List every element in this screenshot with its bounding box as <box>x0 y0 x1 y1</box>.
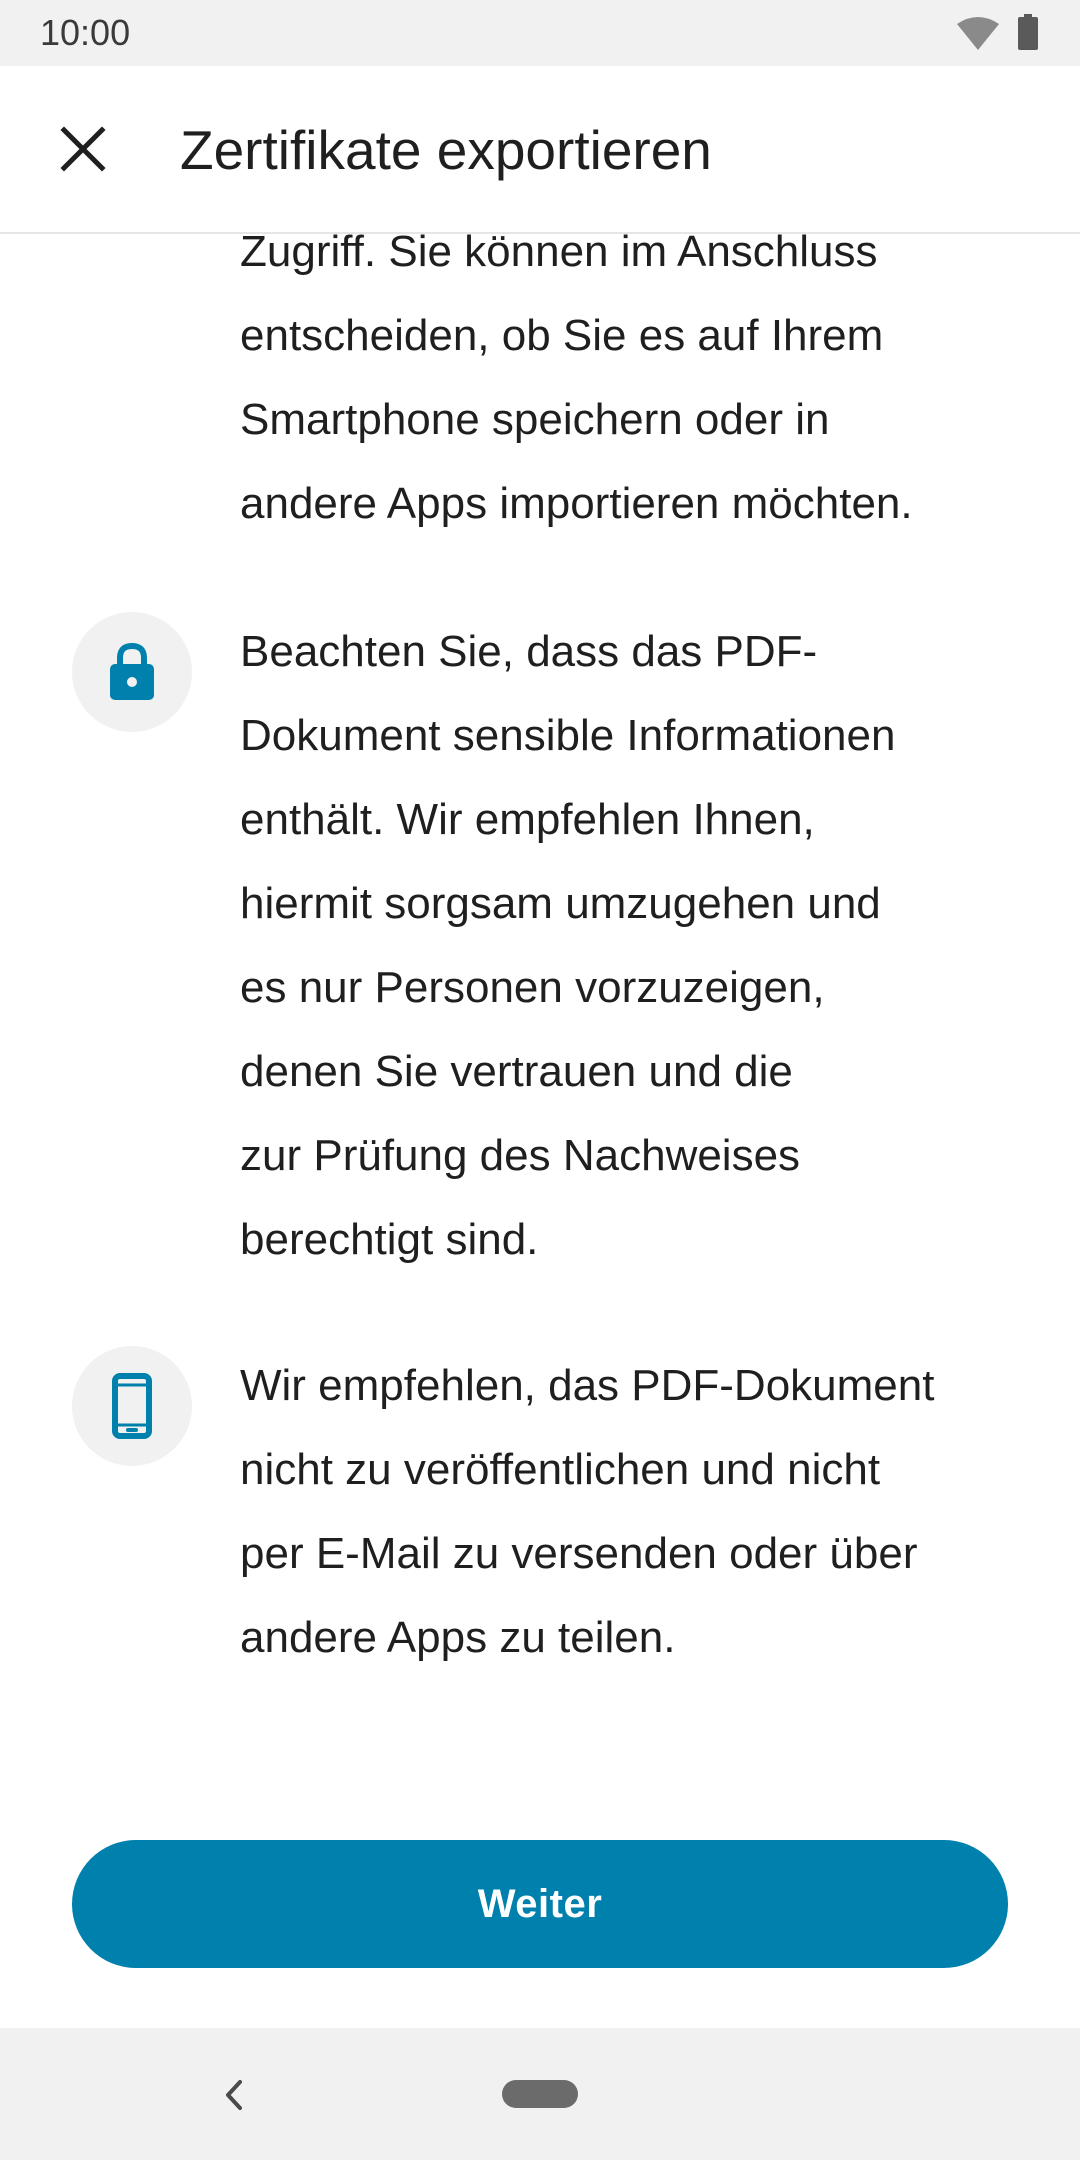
smartphone-icon-badge <box>72 1346 192 1466</box>
status-time: 10:00 <box>40 12 131 53</box>
system-nav-bar <box>0 2028 1080 2160</box>
paragraph-line: denen Sie vertrauen und die <box>240 1047 793 1096</box>
app-bar: Zertifikate exportieren <box>0 66 1080 234</box>
smartphone-icon <box>112 1373 152 1439</box>
scroll-content[interactable]: Zugriff. Sie können im Anschluss entsche… <box>0 234 1080 2024</box>
paragraph-line: andere Apps importieren möchten. <box>240 479 913 528</box>
paragraph-line: Wir empfehlen, das PDF-Dokument <box>240 1361 935 1410</box>
status-bar: 10:00 <box>0 0 1080 66</box>
paragraph-line: Smartphone speichern oder in <box>240 395 830 444</box>
paragraph-line: zur Prüfung des Nachweises <box>240 1131 801 1180</box>
home-pill-icon[interactable] <box>502 2080 578 2108</box>
info-paragraph-sensitive: Beachten Sie, dass das PDF- Dokument sen… <box>240 610 1020 1282</box>
page-title: Zertifikate exportieren <box>180 119 712 181</box>
back-icon[interactable] <box>214 2070 254 2120</box>
paragraph-line: entscheiden, ob Sie es auf Ihrem <box>240 311 884 360</box>
paragraph-line: es nur Personen vorzuzeigen, <box>240 963 825 1012</box>
paragraph-line: Beachten Sie, dass das PDF- <box>240 627 818 676</box>
lock-icon-badge <box>72 612 192 732</box>
lock-icon <box>110 642 154 700</box>
screen: 10:00 Zertifikate exportieren Zugriff. S… <box>0 0 1080 2160</box>
close-button[interactable] <box>40 106 126 192</box>
paragraph-line: hiermit sorgsam umzugehen und <box>240 879 881 928</box>
info-paragraph-access: Zugriff. Sie können im Anschluss entsche… <box>240 234 1020 546</box>
wifi-icon <box>957 17 999 50</box>
close-icon <box>60 126 106 172</box>
paragraph-line: per E-Mail zu versenden oder über <box>240 1529 918 1578</box>
continue-button-label: Weiter <box>477 1881 603 1926</box>
paragraph-line: Zugriff. Sie können im Anschluss <box>240 234 878 276</box>
paragraph-line: Dokument sensible Informationen <box>240 711 896 760</box>
continue-button[interactable]: Weiter <box>72 1840 1008 1968</box>
paragraph-line: nicht zu veröffentlichen und nicht <box>240 1445 881 1494</box>
info-paragraph-sharing: Wir empfehlen, das PDF-Dokument nicht zu… <box>240 1344 1020 1680</box>
paragraph-line: berechtigt sind. <box>240 1215 539 1264</box>
paragraph-line: andere Apps zu teilen. <box>240 1613 676 1662</box>
paragraph-line: enthält. Wir empfehlen Ihnen, <box>240 795 815 844</box>
battery-icon <box>1018 14 1038 50</box>
